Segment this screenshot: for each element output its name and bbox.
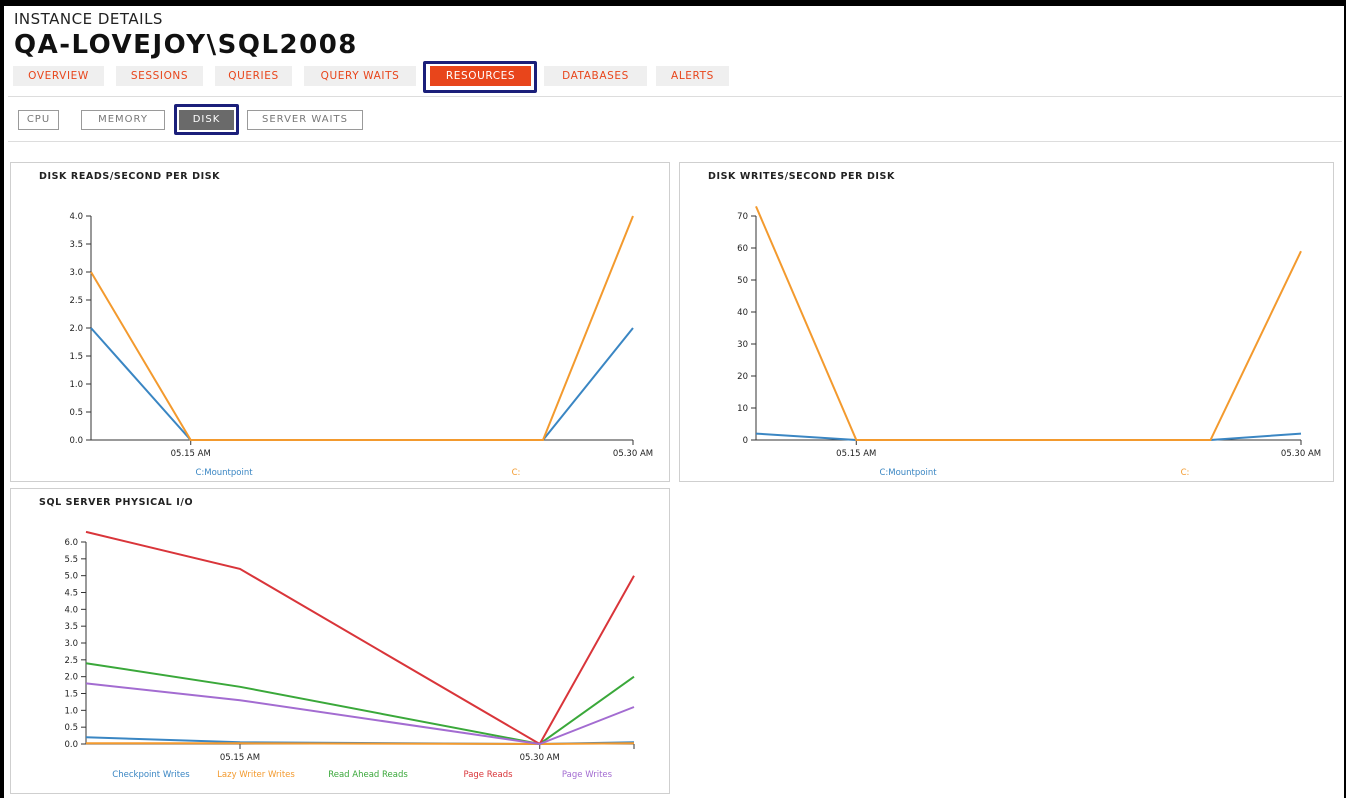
y-tick-label: 0.0 <box>69 436 83 446</box>
y-tick-label: 4.0 <box>64 605 78 615</box>
x-tick-label: 05.30 AM <box>1281 449 1321 459</box>
y-tick-label: 2.0 <box>64 673 78 683</box>
active-subtab-highlight <box>174 104 239 135</box>
y-tick-label: 1.5 <box>64 690 78 700</box>
y-tick-label: 4.0 <box>69 212 83 222</box>
disk-reads-chart: 0.0 0.5 1.0 1.5 2.0 2.5 3.0 3.5 4.0 05.15 AM 05.30… <box>69 212 653 478</box>
legend-entry: C: <box>1181 468 1190 478</box>
y-tick-label: 0.5 <box>64 723 78 733</box>
series-line-4 <box>85 530 635 746</box>
y-tick-label: 0 <box>743 436 748 446</box>
y-tick-label: 6.0 <box>64 538 78 548</box>
y-tick-label: 0.5 <box>69 408 83 418</box>
subtabs-divider <box>8 141 1342 142</box>
y-tick-label: 50 <box>737 276 748 286</box>
legend-entry: C: <box>512 468 521 478</box>
subtab-cpu[interactable]: CPU <box>18 110 59 130</box>
legend-entry: Page Writes <box>562 770 613 780</box>
x-tick-label: 05.15 AM <box>836 449 876 459</box>
legend-entry: C:Mountpoint <box>195 468 253 478</box>
tab-query-waits[interactable]: QUERY WAITS <box>304 66 416 86</box>
tab-databases[interactable]: DATABASES <box>544 66 647 86</box>
y-tick-label: 2.0 <box>69 324 83 334</box>
series-line-3 <box>85 662 635 746</box>
y-tick-label: 10 <box>737 404 748 414</box>
y-tick-label: 2.5 <box>69 296 83 306</box>
x-tick-label: 05.30 AM <box>520 753 560 763</box>
window-left-border <box>0 0 4 798</box>
series-line-1 <box>90 327 634 441</box>
y-tick-label: 0.0 <box>64 740 78 750</box>
physical-io-chart: 0.0 0.5 1.0 1.5 2.0 2.5 3.0 3.5 4.0 4.5 5.0 5.5 6.0 0… <box>64 530 635 780</box>
series-line-2 <box>755 206 1302 441</box>
tab-alerts[interactable]: ALERTS <box>656 66 729 86</box>
y-tick-label: 3.0 <box>64 639 78 649</box>
legend-entry: Read Ahead Reads <box>328 770 408 780</box>
y-tick-label: 1.5 <box>69 352 83 362</box>
x-tick-label: 05.30 AM <box>613 449 653 459</box>
y-tick-label: 3.5 <box>69 240 83 250</box>
page-kicker: INSTANCE DETAILS <box>14 10 163 28</box>
y-tick-label: 70 <box>737 212 748 222</box>
y-tick-label: 5.5 <box>64 555 78 565</box>
y-tick-label: 2.5 <box>64 656 78 666</box>
tab-overview[interactable]: OVERVIEW <box>13 66 104 86</box>
legend-entry: Checkpoint Writes <box>112 770 190 780</box>
y-tick-label: 1.0 <box>64 706 78 716</box>
y-tick-label: 60 <box>737 244 748 254</box>
y-tick-label: 4.5 <box>64 589 78 599</box>
y-tick-label: 20 <box>737 372 748 382</box>
tabs-divider <box>8 96 1342 97</box>
page-title: QA-LOVEJOY\SQL2008 <box>14 30 358 60</box>
tab-queries[interactable]: QUERIES <box>215 66 292 86</box>
y-tick-label: 40 <box>737 308 748 318</box>
subtab-server-waits[interactable]: SERVER WAITS <box>247 110 363 130</box>
y-tick-label: 1.0 <box>69 380 83 390</box>
tab-sessions[interactable]: SESSIONS <box>116 66 203 86</box>
legend-entry: C:Mountpoint <box>879 468 937 478</box>
subtab-memory[interactable]: MEMORY <box>81 110 165 130</box>
active-tab-highlight <box>423 61 537 93</box>
chart-panel-disk-writes: DISK WRITES/SECOND PER DISK 0 10 20 30 40 50 6… <box>679 162 1334 482</box>
series-line-2 <box>90 215 634 441</box>
chart-panel-physical-io: SQL SERVER PHYSICAL I/O 0.0 0.5 1.0 1.5 2.0 2… <box>10 488 670 794</box>
chart-panel-disk-reads: DISK READS/SECOND PER DISK 0.0 0.5 1.0 1.5 2… <box>10 162 670 482</box>
legend-entry: Lazy Writer Writes <box>217 770 295 780</box>
y-tick-label: 30 <box>737 340 748 350</box>
legend-entry: Page Reads <box>463 770 513 780</box>
y-tick-label: 3.0 <box>69 268 83 278</box>
y-tick-label: 3.5 <box>64 622 78 632</box>
series-line-2 <box>86 742 635 746</box>
window-top-border <box>0 0 1346 6</box>
y-tick-label: 5.0 <box>64 572 78 582</box>
page-header: INSTANCE DETAILS QA-LOVEJOY\SQL2008 <box>14 10 358 60</box>
x-tick-label: 05.15 AM <box>220 753 260 763</box>
disk-writes-chart: 0 10 20 30 40 50 60 70 05.15 AM 05.30 AM C:Mountpo… <box>737 206 1321 478</box>
x-tick-label: 05.15 AM <box>171 449 211 459</box>
